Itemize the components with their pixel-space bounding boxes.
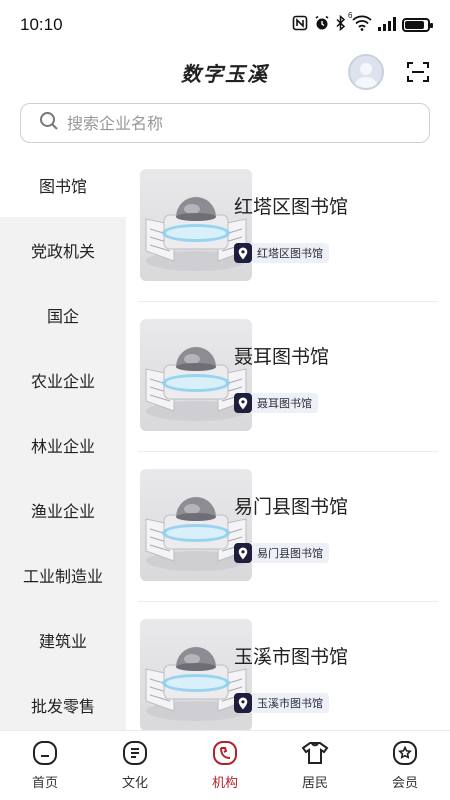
tab-institution-label: 机构 [211, 776, 238, 791]
search-icon [39, 111, 59, 135]
tab-institution[interactable]: 机构 [180, 731, 270, 800]
status-icons: 6 [292, 11, 433, 35]
nfc-icon [292, 15, 308, 35]
tab-member[interactable]: 会员 [360, 731, 450, 800]
list-item[interactable]: 聂耳图书馆 聂耳图书馆 [138, 302, 438, 452]
category-sidebar: 图书馆 党政机关 国企 农业企业 林业企业 渔业企业 工业制造业 建筑业 批发零… [0, 152, 126, 730]
signal-icon [378, 16, 396, 35]
library-building-image [140, 619, 252, 730]
tab-member-label: 会员 [391, 776, 418, 791]
location-tag-text: 红塔区图书馆 [257, 247, 323, 260]
resident-icon [301, 740, 329, 766]
library-name: 聂耳图书馆 [234, 346, 330, 368]
alarm-icon [314, 15, 330, 35]
wifi-icon: 6 [348, 11, 372, 35]
tab-culture[interactable]: 文化 [90, 731, 180, 800]
library-name: 玉溪市图书馆 [234, 646, 349, 668]
location-tag: 红塔区图书馆 [234, 243, 329, 263]
tab-home-label: 首页 [31, 776, 58, 791]
battery-icon [402, 18, 433, 32]
tab-resident[interactable]: 居民 [270, 731, 360, 800]
location-tag-text: 易门县图书馆 [257, 547, 323, 560]
location-tag-text: 玉溪市图书馆 [257, 697, 323, 710]
sidebar-item-construction[interactable]: 建筑业 [0, 607, 126, 672]
list-item[interactable]: 红塔区图书馆 红塔区图书馆 [138, 152, 438, 302]
location-tag: 易门县图书馆 [234, 543, 329, 563]
library-name: 红塔区图书馆 [234, 196, 349, 218]
library-name: 易门县图书馆 [234, 496, 349, 518]
list-item[interactable]: 玉溪市图书馆 玉溪市图书馆 [138, 602, 438, 730]
tab-culture-label: 文化 [121, 776, 148, 791]
bluetooth-icon [336, 14, 346, 35]
battery-level [405, 21, 424, 29]
sidebar-item-manufacturing[interactable]: 工业制造业 [0, 542, 126, 607]
tab-home[interactable]: 首页 [0, 731, 90, 800]
status-bar: 10:10 6 [0, 0, 450, 50]
library-building-image [140, 469, 252, 581]
sidebar-item-library[interactable]: 图书馆 [0, 152, 126, 217]
location-tag: 玉溪市图书馆 [234, 693, 329, 713]
sidebar-item-forestry[interactable]: 林业企业 [0, 412, 126, 477]
user-avatar-icon[interactable] [348, 54, 384, 90]
location-tag-text: 聂耳图书馆 [257, 397, 312, 410]
location-pin-icon [234, 393, 252, 413]
sidebar-item-agriculture[interactable]: 农业企业 [0, 347, 126, 412]
location-pin-icon [234, 243, 252, 263]
tab-resident-label: 居民 [301, 776, 328, 791]
sidebar-item-wholesale-retail[interactable]: 批发零售 [0, 672, 126, 730]
sidebar-item-party-government[interactable]: 党政机关 [0, 217, 126, 282]
bottom-tab-bar: 首页 文化 机构 居民 会员 [0, 730, 450, 800]
member-icon [392, 740, 418, 766]
header: 数字玉溪 [0, 50, 450, 98]
location-pin-icon [234, 543, 252, 563]
sidebar-item-fishery[interactable]: 渔业企业 [0, 477, 126, 542]
search-bar[interactable] [20, 103, 430, 143]
library-building-image [140, 319, 252, 431]
search-input[interactable] [67, 113, 407, 133]
location-tag: 聂耳图书馆 [234, 393, 318, 413]
location-pin-icon [234, 693, 252, 713]
list-item[interactable]: 易门县图书馆 易门县图书馆 [138, 452, 438, 602]
home-icon [32, 740, 58, 766]
institution-icon [212, 740, 238, 766]
wifi-badge: 6 [348, 11, 353, 20]
library-list: 红塔区图书馆 红塔区图书馆 聂耳图书馆 聂耳图书馆 易门县图书馆 易门县图书馆 … [126, 152, 450, 730]
sidebar-item-state-owned[interactable]: 国企 [0, 282, 126, 347]
culture-icon [122, 740, 148, 766]
library-building-image [140, 169, 252, 281]
scan-icon[interactable] [406, 60, 430, 84]
status-time: 10:10 [20, 15, 63, 34]
